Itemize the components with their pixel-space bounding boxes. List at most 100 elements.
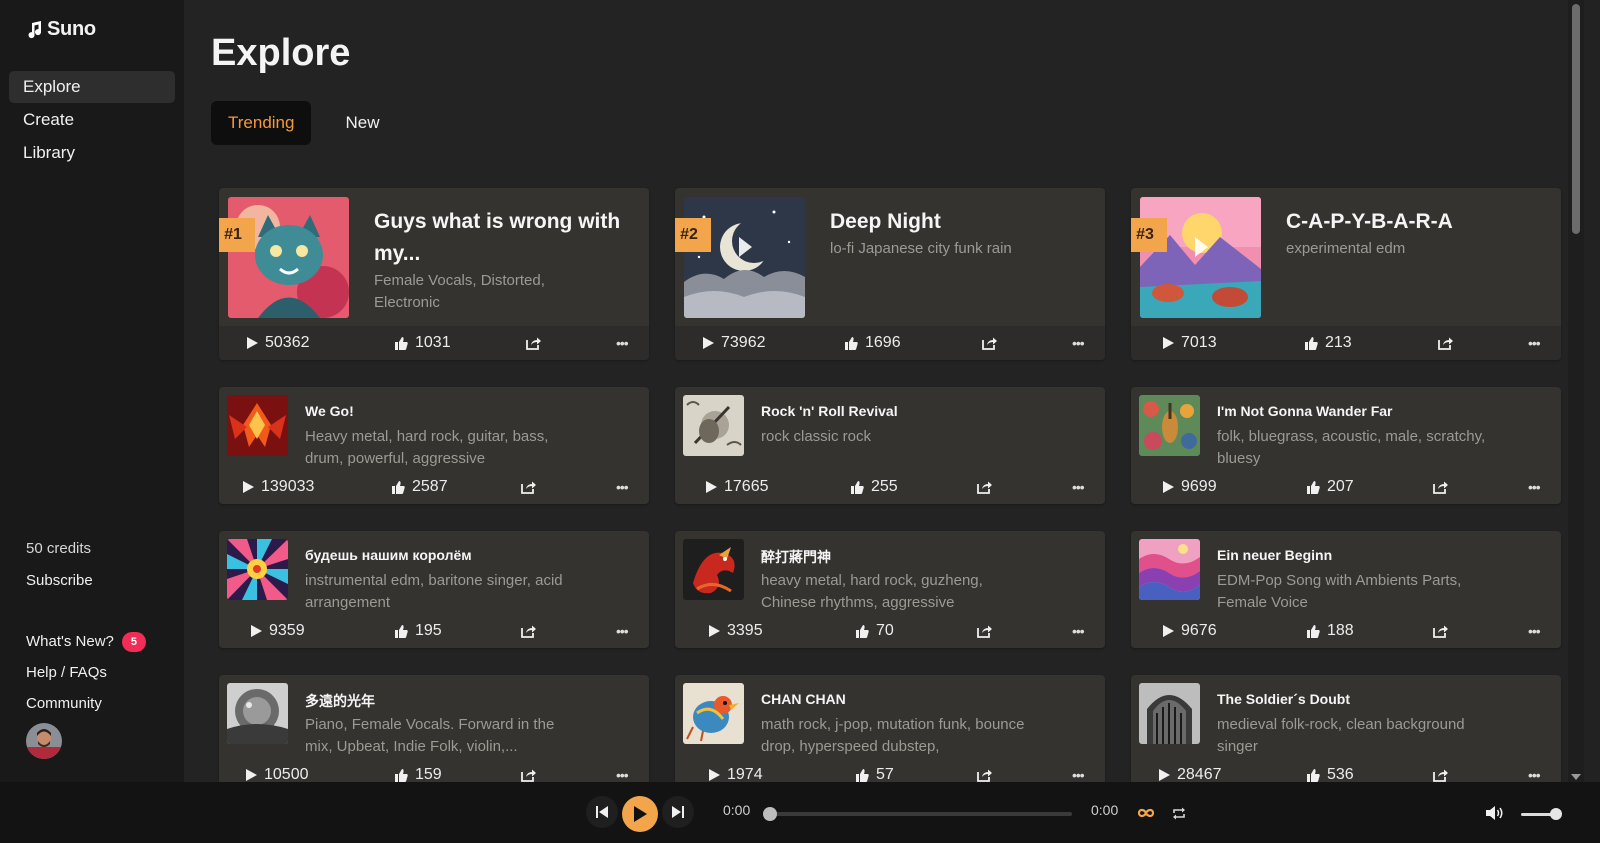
cover-art[interactable] <box>227 683 288 744</box>
play-count[interactable]: 10500 <box>246 758 309 782</box>
song-title[interactable]: 醉打蔣門神 <box>761 547 831 567</box>
song-card[interactable]: будешь нашим королём instrumental edm, b… <box>219 531 649 648</box>
song-title[interactable]: We Go! <box>305 403 354 419</box>
previous-button[interactable] <box>586 796 618 828</box>
like-count[interactable]: 213 <box>1305 326 1352 360</box>
more-options-button[interactable]: ••• <box>1528 326 1541 360</box>
play-count[interactable]: 3395 <box>709 614 763 648</box>
subscribe-link[interactable]: Subscribe <box>26 572 146 592</box>
volume-handle[interactable] <box>1550 808 1562 820</box>
like-count[interactable]: 536 <box>1307 758 1354 782</box>
song-card[interactable]: The Soldier´s Doubt medieval folk-rock, … <box>1131 675 1561 782</box>
tab-new[interactable]: New <box>328 101 396 145</box>
cover-art[interactable] <box>683 683 744 744</box>
share-button[interactable] <box>521 614 536 648</box>
suno-logo[interactable]: Suno <box>26 18 96 41</box>
play-count[interactable]: 9359 <box>251 614 305 648</box>
loop-button[interactable] <box>1136 804 1156 822</box>
cover-art[interactable] <box>1140 197 1261 318</box>
volume-button[interactable] <box>1485 804 1505 822</box>
more-options-button[interactable]: ••• <box>1528 758 1541 782</box>
song-title[interactable]: Deep Night <box>830 206 1080 238</box>
scroll-down-icon[interactable] <box>1571 774 1581 780</box>
featured-song-card[interactable]: #1 Guys what is wrong with my... Female … <box>219 188 649 360</box>
song-card[interactable]: I'm Not Gonna Wander Far folk, bluegrass… <box>1131 387 1561 504</box>
play-count[interactable]: 50362 <box>247 326 310 360</box>
whats-new-link[interactable]: What's New? 5 <box>26 626 146 657</box>
share-button[interactable] <box>1438 326 1453 360</box>
song-title[interactable]: The Soldier´s Doubt <box>1217 691 1350 707</box>
song-title[interactable]: Guys what is wrong with my... <box>374 206 624 270</box>
main-scrollbar[interactable] <box>1568 0 1584 782</box>
cover-art[interactable] <box>1139 683 1200 744</box>
cover-art[interactable] <box>227 539 288 600</box>
more-options-button[interactable]: ••• <box>1072 326 1085 360</box>
play-count[interactable]: 9676 <box>1163 614 1217 648</box>
more-options-button[interactable]: ••• <box>1528 470 1541 504</box>
like-count[interactable]: 207 <box>1307 470 1354 504</box>
progress-track[interactable] <box>770 812 1072 816</box>
like-count[interactable]: 195 <box>395 614 442 648</box>
user-avatar[interactable] <box>26 723 62 759</box>
play-count[interactable]: 139033 <box>243 470 314 504</box>
more-options-button[interactable]: ••• <box>616 326 629 360</box>
like-count[interactable]: 255 <box>851 470 898 504</box>
play-count[interactable]: 7013 <box>1163 326 1217 360</box>
share-button[interactable] <box>977 614 992 648</box>
song-title[interactable]: I'm Not Gonna Wander Far <box>1217 403 1393 419</box>
song-title[interactable]: C-A-P-Y-B-A-R-A <box>1286 206 1536 238</box>
song-title[interactable]: Ein neuer Beginn <box>1217 547 1332 563</box>
cover-art[interactable] <box>683 539 744 600</box>
featured-song-card[interactable]: #3 C-A-P-Y-B-A-R-A experimental edm 7013… <box>1131 188 1561 360</box>
cover-art[interactable] <box>683 395 744 456</box>
song-card[interactable]: 醉打蔣門神 heavy metal, hard rock, guzheng, C… <box>675 531 1105 648</box>
repeat-button[interactable] <box>1170 804 1188 822</box>
next-button[interactable] <box>662 796 694 828</box>
play-count[interactable]: 73962 <box>703 326 766 360</box>
song-title[interactable]: CHAN CHAN <box>761 691 846 707</box>
share-button[interactable] <box>977 470 992 504</box>
more-options-button[interactable]: ••• <box>1072 758 1085 782</box>
play-count[interactable]: 1974 <box>709 758 763 782</box>
share-button[interactable] <box>521 470 536 504</box>
scrollbar-thumb[interactable] <box>1572 4 1580 234</box>
song-title[interactable]: будешь нашим королём <box>305 547 472 563</box>
like-count[interactable]: 159 <box>395 758 442 782</box>
song-card[interactable]: Ein neuer Beginn EDM-Pop Song with Ambie… <box>1131 531 1561 648</box>
like-count[interactable]: 57 <box>856 758 894 782</box>
play-count[interactable]: 28467 <box>1159 758 1222 782</box>
more-options-button[interactable]: ••• <box>1072 614 1085 648</box>
play-pause-button[interactable] <box>622 796 658 832</box>
like-count[interactable]: 2587 <box>392 470 448 504</box>
share-button[interactable] <box>1433 758 1448 782</box>
more-options-button[interactable]: ••• <box>1072 470 1085 504</box>
sidebar-item-explore[interactable]: Explore <box>9 71 175 103</box>
song-title[interactable]: 多遠的光年 <box>305 691 375 711</box>
song-card[interactable]: We Go! Heavy metal, hard rock, guitar, b… <box>219 387 649 504</box>
like-count[interactable]: 1696 <box>845 326 901 360</box>
play-count[interactable]: 17665 <box>706 470 769 504</box>
tab-trending[interactable]: Trending <box>211 101 312 145</box>
share-button[interactable] <box>977 758 992 782</box>
like-count[interactable]: 188 <box>1307 614 1354 648</box>
community-link[interactable]: Community <box>26 688 146 719</box>
sidebar-item-library[interactable]: Library <box>9 137 175 169</box>
more-options-button[interactable]: ••• <box>616 758 629 782</box>
help-faqs-link[interactable]: Help / FAQs <box>26 657 146 688</box>
sidebar-item-create[interactable]: Create <box>9 104 175 136</box>
cover-art[interactable] <box>1139 395 1200 456</box>
song-card[interactable]: Rock 'n' Roll Revival rock classic rock … <box>675 387 1105 504</box>
featured-song-card[interactable]: #2 Deep Night lo-fi Japanese city funk r… <box>675 188 1105 360</box>
share-button[interactable] <box>521 758 536 782</box>
song-title[interactable]: Rock 'n' Roll Revival <box>761 403 898 419</box>
progress-handle[interactable] <box>763 807 777 821</box>
cover-art[interactable] <box>228 197 349 318</box>
cover-art[interactable] <box>684 197 805 318</box>
song-card[interactable]: 多遠的光年 Piano, Female Vocals. Forward in t… <box>219 675 649 782</box>
cover-art[interactable] <box>227 395 288 456</box>
like-count[interactable]: 1031 <box>395 326 451 360</box>
share-button[interactable] <box>982 326 997 360</box>
like-count[interactable]: 70 <box>856 614 894 648</box>
play-count[interactable]: 9699 <box>1163 470 1217 504</box>
share-button[interactable] <box>526 326 541 360</box>
